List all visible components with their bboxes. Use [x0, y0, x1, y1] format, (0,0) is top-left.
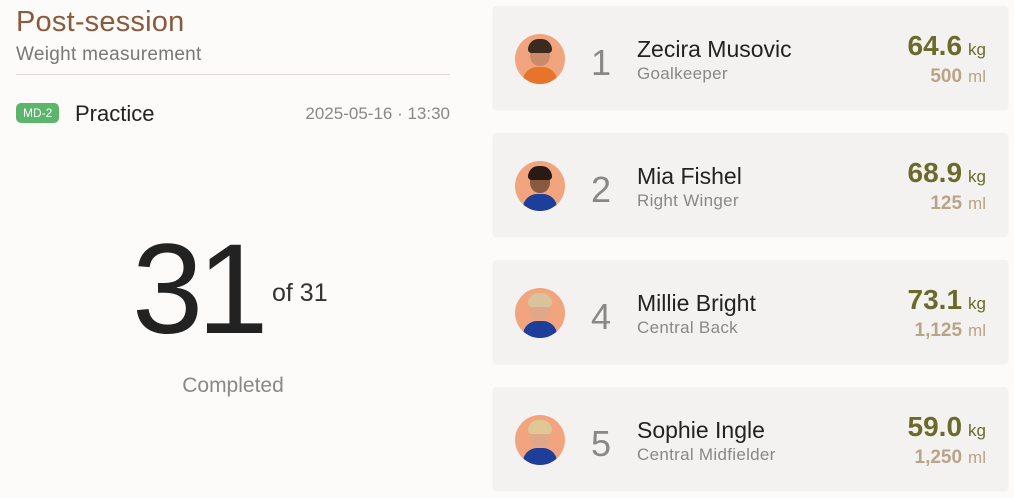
player-rank: 2 [591, 169, 612, 210]
volume-unit: ml [968, 194, 986, 213]
player-position: Goalkeeper [637, 64, 728, 83]
weight-unit: kg [968, 167, 986, 186]
session-datetime: 2025-05-16 · 13:30 [305, 104, 450, 123]
avatar-kit [523, 448, 557, 465]
player-weight: 59.0 kg [908, 411, 986, 443]
avatar-hair [528, 420, 552, 434]
player-weight: 68.9 kg [908, 157, 986, 189]
weight-value: 59.0 [907, 411, 963, 442]
volume-unit: ml [968, 67, 986, 86]
player-rank: 4 [591, 296, 612, 337]
player-volume: 125 ml [930, 193, 986, 215]
volume-value: 1,250 [914, 447, 963, 468]
volume-value: 1,125 [914, 320, 963, 341]
avatar-hair [528, 293, 552, 307]
player-avatar [515, 34, 565, 84]
player-name: Mia Fishel [637, 163, 742, 189]
page-title: Post-session [16, 6, 185, 38]
player-card[interactable]: 1 Zecira Musovic Goalkeeper 64.6 kg 500 ml [493, 6, 1008, 109]
header-divider [16, 74, 450, 75]
player-rank: 5 [591, 423, 612, 464]
volume-value: 500 [930, 66, 963, 87]
weight-unit: kg [968, 40, 986, 59]
player-card[interactable]: 5 Sophie Ingle Central Midfielder 59.0 kg… [493, 387, 1008, 490]
player-card[interactable]: 2 Mia Fishel Right Winger 68.9 kg 125 ml [493, 133, 1008, 236]
player-position: Central Back [637, 318, 738, 337]
player-position: Central Midfielder [637, 445, 776, 464]
avatar-kit [523, 194, 557, 211]
player-position: Right Winger [637, 191, 739, 210]
weight-unit: kg [968, 294, 986, 313]
player-volume: 500 ml [930, 66, 986, 88]
volume-unit: ml [968, 448, 986, 467]
player-avatar [515, 288, 565, 338]
avatar-hair [528, 39, 552, 53]
player-avatar [515, 415, 565, 465]
weight-value: 73.1 [907, 284, 963, 315]
player-avatar [515, 161, 565, 211]
player-card[interactable]: 4 Millie Bright Central Back 73.1 kg 1,12… [493, 260, 1008, 363]
weight-unit: kg [968, 421, 986, 440]
player-name: Sophie Ingle [637, 417, 765, 443]
player-name: Zecira Musovic [637, 36, 792, 62]
player-volume: 1,125 ml [915, 320, 987, 342]
avatar-kit [523, 321, 557, 338]
player-name: Millie Bright [637, 290, 756, 316]
completed-label-text: Completed [182, 374, 284, 397]
avatar-hair [528, 166, 552, 180]
page-subtitle: Weight measurement [16, 44, 202, 65]
session-type: Practice [75, 101, 155, 126]
session-summary-panel: Post-session Weight measurement MD-2 Pra… [16, 0, 450, 498]
completed-count: 31 [132, 218, 268, 361]
total-count: of 31 [272, 279, 328, 307]
weight-value: 68.9 [907, 157, 963, 188]
player-weight: 64.6 kg [908, 30, 986, 62]
match-day-badge: MD-2 [16, 103, 60, 123]
player-weight: 73.1 kg [908, 284, 986, 316]
volume-unit: ml [968, 321, 986, 340]
player-volume: 1,250 ml [915, 447, 987, 469]
completed-label: Completed [16, 374, 450, 398]
volume-value: 125 [930, 193, 963, 214]
weight-value: 64.6 [907, 30, 963, 61]
player-rank: 1 [591, 42, 612, 83]
avatar-kit [523, 67, 557, 84]
